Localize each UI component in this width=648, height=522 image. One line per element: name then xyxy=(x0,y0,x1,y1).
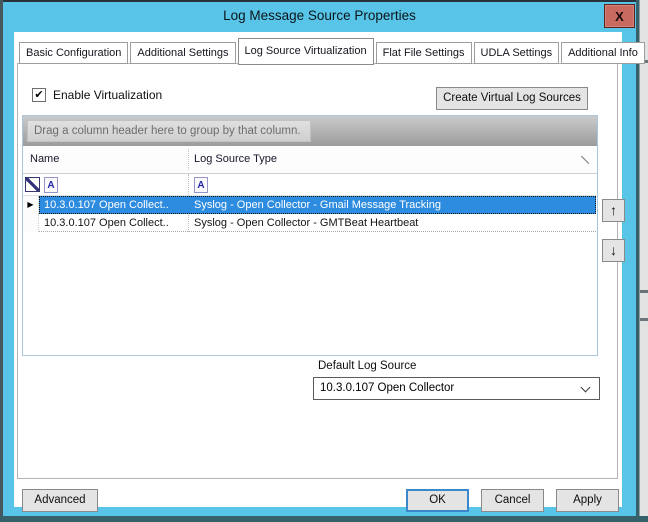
dialog-client-area: Basic Configuration Additional Settings … xyxy=(14,32,622,507)
ok-button[interactable]: OK xyxy=(406,489,469,512)
row-selector-cell xyxy=(23,214,39,232)
arrow-down-icon: ↓ xyxy=(610,242,617,258)
tab-basic-configuration[interactable]: Basic Configuration xyxy=(19,42,128,64)
cell-name: 10.3.0.107 Open Collect.. xyxy=(44,199,187,211)
dropdown-selected-value: 10.3.0.107 Open Collector xyxy=(320,382,454,394)
tab-additional-info[interactable]: Additional Info xyxy=(561,42,645,64)
background-divider xyxy=(640,290,648,293)
tab-strip: Basic Configuration Additional Settings … xyxy=(19,37,647,64)
grid-header-row: Name Log Source Type xyxy=(23,146,597,174)
check-icon: ✔ xyxy=(34,89,43,101)
close-button[interactable]: X xyxy=(604,4,635,28)
desktop-background: Log Message Source Properties X Basic Co… xyxy=(0,0,648,522)
enable-virtualization-label: Enable Virtualization xyxy=(53,88,162,102)
cell-name: 10.3.0.107 Open Collect.. xyxy=(44,217,187,229)
default-log-source-dropdown[interactable]: 10.3.0.107 Open Collector xyxy=(313,377,600,400)
enable-virtualization-checkbox[interactable]: ✔ xyxy=(32,88,46,102)
edit-filter-icon[interactable] xyxy=(25,177,40,192)
sort-ascending-icon xyxy=(581,156,589,164)
chevron-down-icon xyxy=(581,383,591,393)
active-row-pointer-icon: ▶ xyxy=(27,200,33,209)
table-row[interactable]: 10.3.0.107 Open Collect.. Syslog - Open … xyxy=(23,214,596,232)
text-filter-icon[interactable]: A xyxy=(194,177,208,193)
title-bar[interactable]: Log Message Source Properties X xyxy=(3,2,636,32)
virtual-log-sources-grid: Drag a column header here to group by th… xyxy=(22,115,598,356)
log-message-source-properties-dialog: Log Message Source Properties X Basic Co… xyxy=(3,0,636,516)
dialog-title: Log Message Source Properties xyxy=(3,8,636,23)
column-header-name[interactable]: Name xyxy=(30,153,59,165)
cell-log-source-type: Syslog - Open Collector - GMTBeat Heartb… xyxy=(194,217,418,229)
arrow-up-icon: ↑ xyxy=(610,202,617,218)
row-selector-cell: ▶ xyxy=(23,196,39,214)
close-icon: X xyxy=(615,9,624,24)
row-body-selected[interactable]: 10.3.0.107 Open Collect.. Syslog - Open … xyxy=(39,196,596,214)
tab-flat-file-settings[interactable]: Flat File Settings xyxy=(376,42,472,64)
cancel-button[interactable]: Cancel xyxy=(481,489,544,512)
background-divider xyxy=(640,318,648,321)
tab-additional-settings[interactable]: Additional Settings xyxy=(130,42,235,64)
column-divider xyxy=(188,149,189,170)
advanced-button[interactable]: Advanced xyxy=(22,489,98,512)
move-up-button[interactable]: ↑ xyxy=(602,199,625,222)
table-row[interactable]: ▶ 10.3.0.107 Open Collect.. Syslog - Ope… xyxy=(23,196,596,214)
tab-log-source-virtualization[interactable]: Log Source Virtualization xyxy=(238,38,374,65)
tab-udla-settings[interactable]: UDLA Settings xyxy=(474,42,560,64)
row-body[interactable]: 10.3.0.107 Open Collect.. Syslog - Open … xyxy=(39,214,596,232)
move-down-button[interactable]: ↓ xyxy=(602,239,625,262)
text-filter-icon[interactable]: A xyxy=(44,177,58,193)
default-log-source-label: Default Log Source xyxy=(318,360,416,372)
cell-log-source-type: Syslog - Open Collector - Gmail Message … xyxy=(194,199,441,211)
column-header-log-source-type[interactable]: Log Source Type xyxy=(194,153,277,165)
create-virtual-log-sources-button[interactable]: Create Virtual Log Sources xyxy=(436,87,588,110)
background-window-right-edge xyxy=(639,0,648,516)
group-by-hint: Drag a column header here to group by th… xyxy=(27,120,311,142)
apply-button[interactable]: Apply xyxy=(556,489,619,512)
grid-filter-row: A A xyxy=(23,174,597,196)
group-by-bar[interactable]: Drag a column header here to group by th… xyxy=(23,116,597,146)
